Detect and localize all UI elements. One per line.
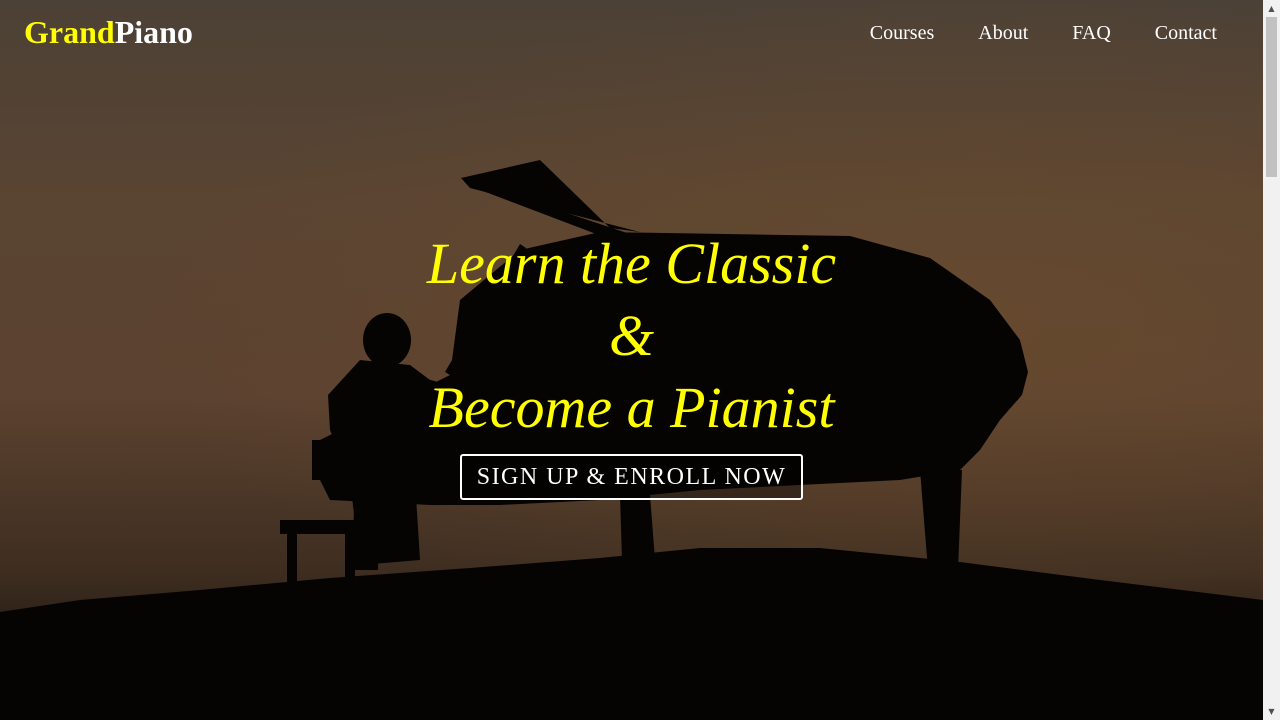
nav-link-contact[interactable]: Contact: [1133, 20, 1239, 46]
scrollbar-thumb[interactable]: [1266, 17, 1277, 177]
brand-logo[interactable]: GrandPiano: [24, 12, 193, 52]
nav-link-courses[interactable]: Courses: [848, 20, 956, 46]
nav-links: Courses About FAQ Contact: [848, 20, 1239, 46]
nav-link-about[interactable]: About: [956, 20, 1050, 46]
brand-logo-part-grand: Grand: [24, 14, 115, 50]
top-navbar: GrandPiano Courses About FAQ Contact: [0, 0, 1263, 64]
chevron-up-icon[interactable]: ▲: [1263, 0, 1280, 17]
hero-section: Learn the Classic & Become a Pianist SIG…: [0, 228, 1263, 500]
vertical-scrollbar[interactable]: ▲ ▼: [1263, 0, 1280, 720]
brand-logo-part-piano: Piano: [114, 14, 193, 50]
signup-enroll-button[interactable]: SIGN UP & ENROLL NOW: [459, 454, 804, 500]
hero-headline-line-1: Learn the Classic: [426, 231, 837, 296]
nav-link-faq[interactable]: FAQ: [1050, 20, 1133, 46]
chevron-down-icon[interactable]: ▼: [1263, 703, 1280, 720]
hero-headline-ampersand: &: [608, 303, 655, 368]
landing-page: GrandPiano Courses About FAQ Contact Lea…: [0, 0, 1280, 720]
hero-headline-line-3: Become a Pianist: [428, 375, 835, 440]
